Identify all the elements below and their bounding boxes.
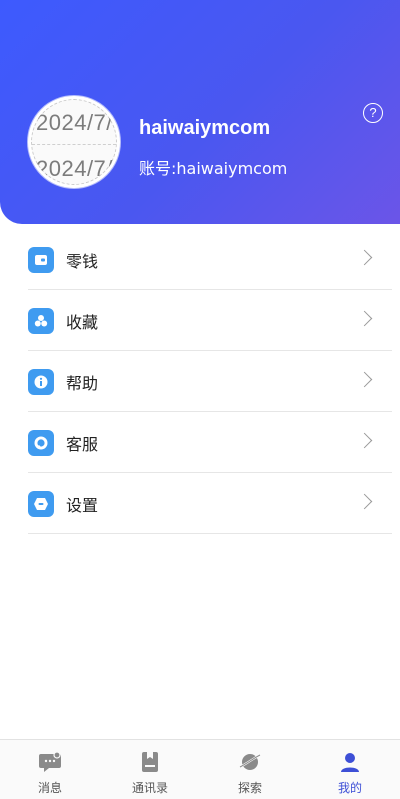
favorites-icon xyxy=(28,308,54,334)
tab-label: 我的 xyxy=(337,781,362,795)
avatar[interactable]: 2024/7/ 2024/7/ xyxy=(28,96,120,188)
username: haiwaiymcom xyxy=(139,117,271,139)
tab-label: 消息 xyxy=(37,781,62,795)
avatar-image: 2024/7/ 2024/7/ xyxy=(31,99,117,185)
menu-item-settings[interactable]: 设置 xyxy=(28,473,392,534)
settings-icon xyxy=(28,491,54,517)
menu-item-wallet[interactable]: 零钱 xyxy=(28,229,392,290)
chevron-right-icon xyxy=(356,249,373,266)
tab-label: 通讯录 xyxy=(131,781,168,795)
tab-me[interactable]: 我的 xyxy=(300,740,400,799)
person-icon xyxy=(341,753,359,772)
account-id: 账号:haiwaiymcom xyxy=(139,159,288,178)
menu-item-label: 零钱 xyxy=(66,252,99,271)
planet-icon xyxy=(239,754,261,770)
tab-messages[interactable]: 消息 xyxy=(0,740,100,799)
tab-label: 探索 xyxy=(237,781,262,795)
help-icon[interactable]: ? xyxy=(363,103,383,123)
wallet-icon xyxy=(28,247,54,273)
avatar-text-top: 2024/7/ xyxy=(36,110,113,135)
menu-item-label: 收藏 xyxy=(66,313,99,332)
customer-service-icon xyxy=(28,430,54,456)
avatar-divider xyxy=(32,144,116,145)
menu-item-favorites[interactable]: 收藏 xyxy=(28,290,392,351)
chevron-right-icon xyxy=(356,432,373,449)
menu-item-label: 设置 xyxy=(66,496,99,515)
profile-header: 2024/7/ 2024/7/ haiwaiymcom 账号:haiwaiymc… xyxy=(0,0,400,224)
tab-contacts[interactable]: 通讯录 xyxy=(100,740,200,799)
chat-bubble-icon xyxy=(39,751,61,772)
chevron-right-icon xyxy=(356,371,373,388)
menu-list: 零钱 收藏 帮助 客服 设置 xyxy=(28,229,392,534)
avatar-text-bottom: 2024/7/ xyxy=(36,156,113,181)
chevron-right-icon xyxy=(356,310,373,327)
contacts-book-icon xyxy=(142,752,158,772)
bottom-tab-bar: 消息 通讯录 探索 我的 xyxy=(0,739,400,799)
menu-item-label: 帮助 xyxy=(66,374,99,393)
chevron-right-icon xyxy=(356,493,373,510)
menu-item-customer-service[interactable]: 客服 xyxy=(28,412,392,473)
menu-item-help[interactable]: 帮助 xyxy=(28,351,392,412)
info-icon xyxy=(28,369,54,395)
tab-explore[interactable]: 探索 xyxy=(200,740,300,799)
menu-item-label: 客服 xyxy=(66,435,99,454)
